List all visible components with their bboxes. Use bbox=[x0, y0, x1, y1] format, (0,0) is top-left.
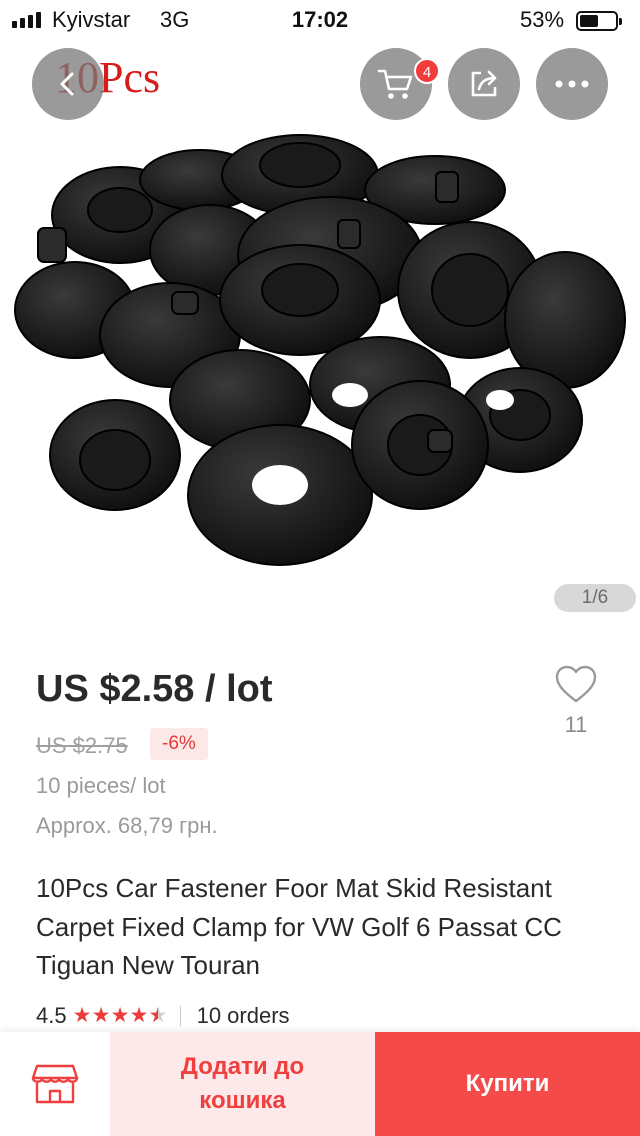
status-bar: Kyivstar 3G 17:02 53% bbox=[0, 0, 640, 40]
rating-value: 4.5 bbox=[36, 1003, 67, 1028]
heart-icon bbox=[555, 665, 597, 703]
product-price: US $2.58 / lot bbox=[36, 668, 273, 710]
star-full-icon: ★ bbox=[91, 1004, 111, 1027]
store-icon bbox=[31, 1064, 79, 1104]
wishlist-count: 11 bbox=[564, 712, 588, 737]
image-pager: 1/6 bbox=[554, 584, 636, 612]
lot-info: 10 pieces/ lot bbox=[36, 773, 166, 798]
star-full-icon: ★ bbox=[110, 1004, 130, 1027]
battery-icon bbox=[576, 11, 622, 31]
cart-count-badge: 4 bbox=[414, 58, 440, 84]
add-to-cart-label: Додати до кошика bbox=[180, 1053, 305, 1114]
orders-count: 10 orders bbox=[196, 1003, 290, 1028]
more-button[interactable] bbox=[536, 48, 608, 120]
buy-now-label: Купити bbox=[465, 1070, 550, 1097]
store-button[interactable] bbox=[0, 1032, 110, 1136]
divider bbox=[179, 1006, 181, 1026]
star-full-icon: ★ bbox=[129, 1004, 149, 1027]
cart-icon bbox=[377, 69, 413, 99]
back-button[interactable] bbox=[32, 48, 104, 120]
approx-local-price: Approx. 68,79 грн. bbox=[36, 813, 218, 838]
share-icon bbox=[471, 70, 497, 97]
discount-badge: -6% bbox=[150, 728, 208, 760]
share-button[interactable] bbox=[448, 48, 520, 120]
star-half-fill: ★ bbox=[148, 1005, 159, 1027]
buy-now-button[interactable]: Купити bbox=[375, 1032, 640, 1136]
product-title: 10Pcs Car Fastener Foor Mat Skid Resista… bbox=[36, 873, 562, 980]
wishlist-button[interactable] bbox=[548, 664, 604, 709]
star-half-icon: ★ ★ bbox=[148, 1004, 168, 1027]
original-price: US $2.75 bbox=[36, 733, 128, 758]
battery-percentage: 53% bbox=[520, 7, 565, 32]
star-full-icon: ★ bbox=[72, 1004, 92, 1027]
more-dots-icon bbox=[555, 80, 589, 88]
rating-stars: ★ ★ ★ ★ ★ ★ bbox=[73, 1005, 168, 1027]
rating-row[interactable]: 4.5 ★ ★ ★ ★ ★ ★ 10 orders bbox=[36, 1001, 290, 1031]
bottom-action-bar: Додати до кошика Купити bbox=[0, 1032, 640, 1136]
add-to-cart-button[interactable]: Додати до кошика bbox=[110, 1032, 375, 1136]
chevron-left-icon bbox=[60, 72, 74, 96]
